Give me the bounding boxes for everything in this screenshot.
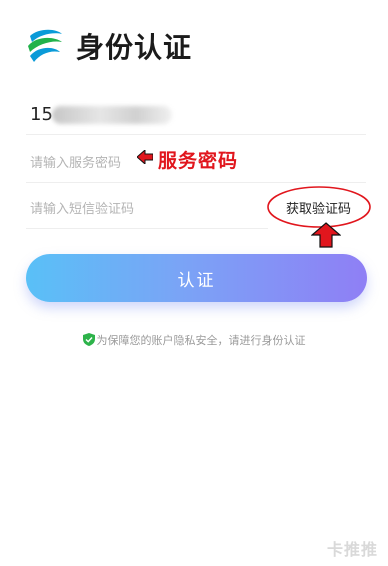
shield-icon xyxy=(82,333,95,346)
arrow-up-icon xyxy=(311,222,341,248)
sms-code-placeholder: 请输入短信验证码 xyxy=(30,202,135,217)
authenticate-button-label: 认证 xyxy=(177,270,216,291)
page-header: 身份认证 xyxy=(24,26,192,66)
authenticate-button[interactable]: 认证 xyxy=(26,254,367,302)
phone-field[interactable]: 15 xyxy=(26,96,366,135)
annotation-service-password: 服务密码 xyxy=(158,150,239,172)
sms-code-field[interactable]: 请输入短信验证码 xyxy=(26,188,268,229)
page-title: 身份认证 xyxy=(76,31,193,64)
watermark: 卡推推 xyxy=(326,540,378,559)
arrow-left-icon xyxy=(137,150,153,164)
phone-number-prefix: 15 xyxy=(30,104,53,125)
privacy-notice: 为保障您的账户隐私安全，请进行身份认证 xyxy=(0,332,388,348)
china-mobile-logo xyxy=(28,29,62,62)
service-password-placeholder: 请输入服务密码 xyxy=(30,156,122,171)
privacy-notice-text: 为保障您的账户隐私安全，请进行身份认证 xyxy=(96,334,306,347)
phone-number-masked xyxy=(52,106,172,124)
get-code-button[interactable]: 获取验证码 xyxy=(286,198,351,217)
